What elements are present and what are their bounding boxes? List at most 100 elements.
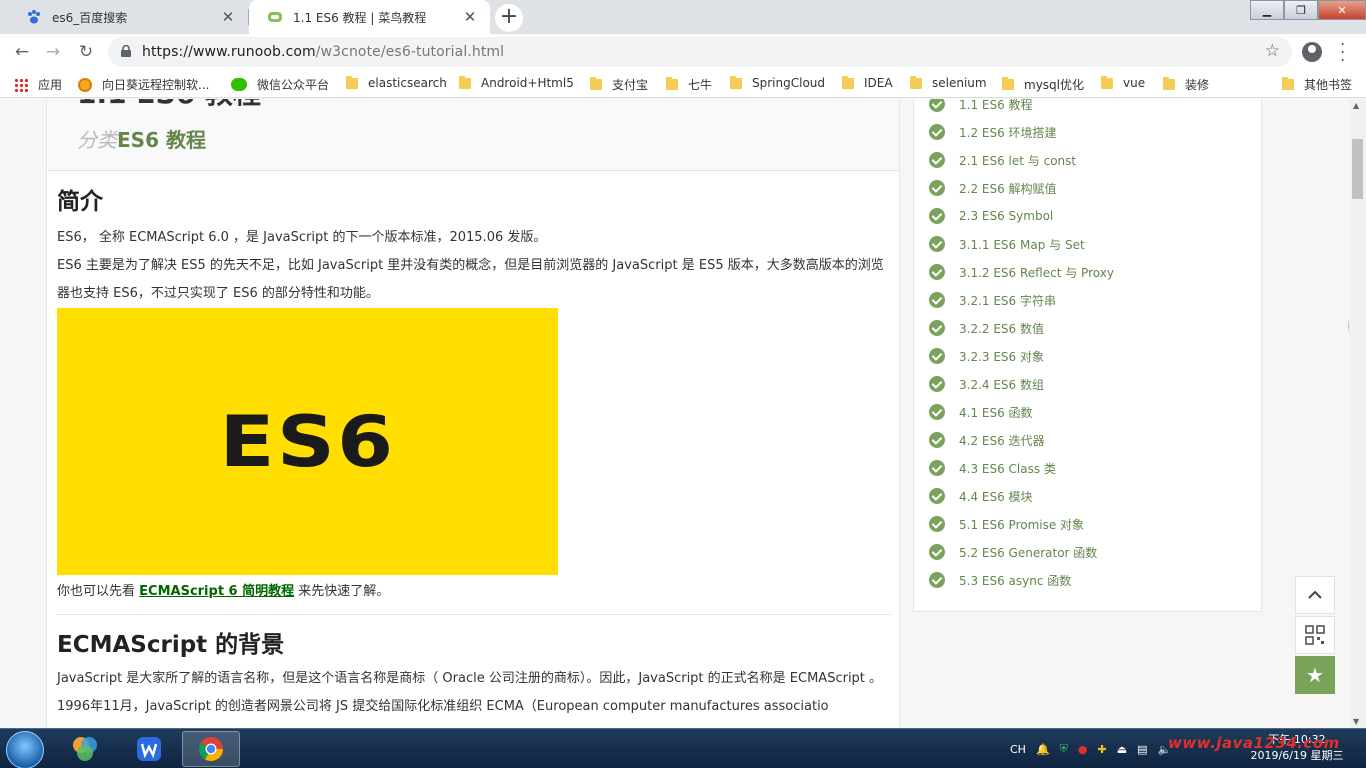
toc-label: 3.1.2 ES6 Reflect 与 Proxy bbox=[959, 265, 1114, 280]
favorite-button[interactable]: ★ bbox=[1295, 656, 1335, 694]
bookmark-label: elasticsearch bbox=[368, 76, 447, 90]
bookmark-label: mysql优化 bbox=[1024, 78, 1084, 92]
toc-item[interactable]: 5.1 ES6 Promise 对象 bbox=[929, 514, 1084, 534]
folder-icon bbox=[910, 75, 922, 89]
check-icon bbox=[929, 99, 945, 112]
toc-item[interactable]: 5.3 ES6 async 函数 bbox=[929, 570, 1071, 590]
toc-item[interactable]: 1.2 ES6 环境搭建 bbox=[929, 122, 1057, 142]
toc-label: 1.1 ES6 教程 bbox=[959, 99, 1033, 112]
menu-dots-icon[interactable]: · · · bbox=[1340, 37, 1348, 70]
notification-bell-icon[interactable]: 🔔 bbox=[1036, 743, 1050, 756]
bookmark-folder[interactable]: selenium bbox=[910, 75, 987, 90]
check-icon bbox=[929, 264, 945, 280]
toc-item[interactable]: 3.2.1 ES6 字符串 bbox=[929, 290, 1056, 310]
new-tab-button[interactable]: + bbox=[495, 4, 523, 32]
bookmark-folder[interactable]: IDEA bbox=[842, 75, 893, 90]
bookmark-star-icon[interactable]: ☆ bbox=[1265, 41, 1280, 61]
scroll-up-arrow-icon[interactable]: ▲ bbox=[1353, 101, 1359, 110]
see-also-suffix: 来先快速了解。 bbox=[298, 584, 390, 599]
minimize-button[interactable]: ▁ bbox=[1250, 0, 1284, 20]
tab-runoob[interactable]: 1.1 ES6 教程 | 菜鸟教程 ✕ bbox=[249, 0, 490, 34]
network-icon[interactable]: ▤ bbox=[1137, 743, 1147, 756]
toc-item[interactable]: 4.2 ES6 迭代器 bbox=[929, 430, 1045, 450]
check-icon bbox=[929, 460, 945, 476]
close-tab-icon[interactable]: ✕ bbox=[462, 8, 478, 26]
back-to-top-button[interactable] bbox=[1295, 576, 1335, 614]
address-bar[interactable]: https://www.runoob.com/w3cnote/es6-tutor… bbox=[108, 37, 1292, 67]
es6-logo-image: ES6 bbox=[57, 308, 558, 575]
taskbar-app-files[interactable] bbox=[56, 731, 114, 767]
shield-icon[interactable]: ⛨ bbox=[1060, 742, 1068, 756]
folder-icon bbox=[346, 75, 358, 89]
toc-item[interactable]: 4.3 ES6 Class 类 bbox=[929, 458, 1056, 478]
antivirus-icon[interactable]: ● bbox=[1078, 743, 1088, 756]
bookmark-folder[interactable]: SpringCloud bbox=[730, 75, 825, 90]
taskbar-app-chrome[interactable] bbox=[182, 731, 240, 767]
bookmark-label: 其他书签 bbox=[1304, 78, 1353, 92]
toc-item[interactable]: 3.2.2 ES6 数值 bbox=[929, 318, 1044, 338]
taskbar-app-wps[interactable] bbox=[120, 731, 178, 767]
bookmark-folder[interactable]: vue bbox=[1101, 75, 1145, 90]
tab-title: es6_百度搜索 bbox=[52, 10, 128, 25]
check-icon bbox=[929, 292, 945, 308]
toc-label: 3.2.1 ES6 字符串 bbox=[959, 293, 1056, 308]
toc-item[interactable]: 3.2.3 ES6 对象 bbox=[929, 346, 1044, 366]
toc-item[interactable]: 2.3 ES6 Symbol bbox=[929, 206, 1053, 226]
bookmark-folder[interactable]: mysql优化 bbox=[1002, 76, 1084, 93]
bookmark-folder[interactable]: 七牛 bbox=[666, 76, 712, 93]
page-scrollbar[interactable]: ▲ ▼ bbox=[1349, 99, 1366, 728]
ime-indicator[interactable]: CH bbox=[1010, 743, 1026, 756]
scrollbar-thumb[interactable] bbox=[1352, 139, 1363, 199]
toc-item[interactable]: 5.2 ES6 Generator 函数 bbox=[929, 542, 1097, 562]
category-link[interactable]: ES6 教程 bbox=[117, 128, 206, 152]
toc-label: 2.3 ES6 Symbol bbox=[959, 209, 1054, 223]
bookmark-label: selenium bbox=[932, 76, 987, 90]
account-icon[interactable] bbox=[1302, 42, 1322, 62]
watermark-text: www.java1234.com bbox=[1168, 734, 1340, 752]
colorful-app-icon bbox=[73, 737, 97, 761]
forward-arrow-icon[interactable]: → bbox=[41, 40, 65, 64]
usb-icon[interactable]: ⏏ bbox=[1117, 743, 1127, 756]
bookmark-wechat[interactable]: 微信公众平台 bbox=[231, 76, 329, 93]
toc-item[interactable]: 4.1 ES6 函数 bbox=[929, 402, 1033, 422]
bookmark-folder[interactable]: Android+Html5 bbox=[459, 75, 574, 90]
bookmark-folder[interactable]: 支付宝 bbox=[590, 76, 648, 93]
see-also-line: 你也可以先看 ECMAScript 6 简明教程 来先快速了解。 bbox=[57, 578, 891, 606]
bookmark-folder[interactable]: 装修 bbox=[1163, 76, 1209, 93]
reload-icon[interactable]: ↻ bbox=[74, 40, 98, 64]
toc-item[interactable]: 2.2 ES6 解构赋值 bbox=[929, 178, 1057, 198]
qr-code-button[interactable] bbox=[1295, 616, 1335, 654]
url-text: https://www.runoob.com/w3cnote/es6-tutor… bbox=[142, 44, 504, 60]
wps-icon bbox=[137, 737, 161, 761]
plus-tray-icon[interactable]: ✚ bbox=[1098, 743, 1107, 756]
es6-brief-tutorial-link[interactable]: ECMAScript 6 简明教程 bbox=[139, 584, 294, 599]
tab-strip: es6_百度搜索 ✕ 1.1 ES6 教程 | 菜鸟教程 ✕ + ▁ ❐ ✕ bbox=[0, 0, 1366, 34]
toc-item[interactable]: 3.1.1 ES6 Map 与 Set bbox=[929, 234, 1085, 254]
page-title: 1.1 ES6 教程 bbox=[77, 99, 261, 112]
maximize-button[interactable]: ❐ bbox=[1284, 0, 1318, 20]
url-path: /w3cnote/es6-tutorial.html bbox=[315, 44, 505, 60]
bookmark-folder[interactable]: elasticsearch bbox=[346, 75, 447, 90]
toc-label: 3.2.3 ES6 对象 bbox=[959, 349, 1044, 364]
toc-label: 1.2 ES6 环境搭建 bbox=[959, 125, 1057, 140]
category-line: 分类ES6 教程 bbox=[77, 124, 206, 153]
toc-item[interactable]: 3.1.2 ES6 Reflect 与 Proxy bbox=[929, 262, 1114, 282]
tab-baidu[interactable]: es6_百度搜索 ✕ bbox=[8, 0, 248, 34]
check-icon bbox=[929, 572, 945, 588]
toc-item[interactable]: 1.1 ES6 教程 bbox=[929, 99, 1033, 114]
start-button[interactable] bbox=[6, 731, 44, 768]
es6-logo-text: ES6 bbox=[219, 400, 396, 483]
close-window-button[interactable]: ✕ bbox=[1318, 0, 1366, 20]
bookmark-label: 七牛 bbox=[688, 78, 713, 92]
bookmark-sunflower[interactable]: 向日葵远程控制软... bbox=[78, 76, 209, 93]
toc-item[interactable]: 4.4 ES6 模块 bbox=[929, 486, 1033, 506]
scroll-down-arrow-icon[interactable]: ▼ bbox=[1353, 717, 1359, 726]
toc-item[interactable]: 2.1 ES6 let 与 const bbox=[929, 150, 1076, 170]
bookmark-apps[interactable]: 应用 bbox=[14, 76, 62, 93]
back-arrow-icon[interactable]: ← bbox=[10, 40, 34, 64]
toc-item[interactable]: 3.2.4 ES6 数组 bbox=[929, 374, 1044, 394]
bookmark-label: 装修 bbox=[1185, 78, 1210, 92]
bookmark-other[interactable]: 其他书签 bbox=[1282, 76, 1352, 93]
close-tab-icon[interactable]: ✕ bbox=[220, 8, 236, 26]
check-icon bbox=[929, 152, 945, 168]
